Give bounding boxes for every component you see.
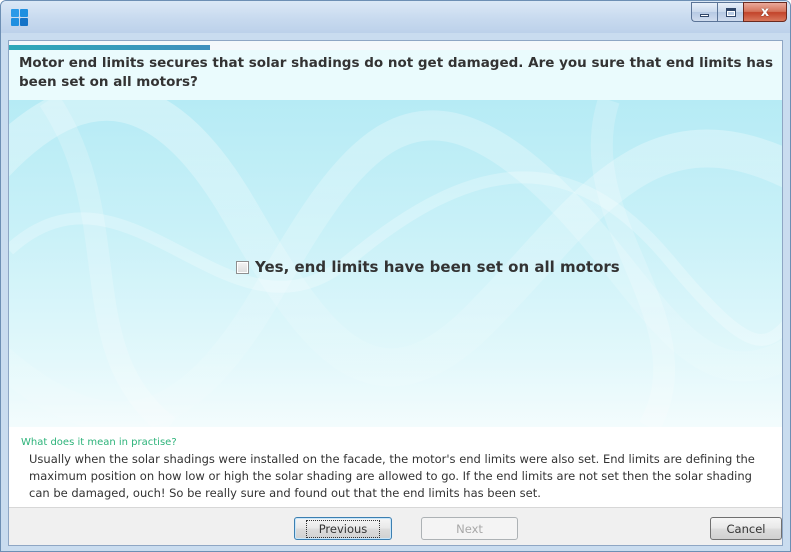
button-bar: Previous Next Cancel: [9, 507, 782, 545]
minimize-icon: [700, 13, 709, 17]
maximize-button[interactable]: [717, 2, 743, 22]
caption-buttons: x: [691, 2, 787, 22]
confirmation-panel: Yes, end limits have been set on all mot…: [9, 100, 782, 427]
close-icon: x: [760, 4, 770, 20]
help-title: What does it mean in practise?: [21, 437, 177, 448]
close-button[interactable]: x: [743, 2, 787, 22]
previous-button-label: Previous: [305, 519, 381, 538]
wizard-content: Motor end limits secures that solar shad…: [8, 40, 783, 546]
minimize-button[interactable]: [691, 2, 717, 22]
help-text: Usually when the solar shadings were ins…: [29, 452, 755, 500]
previous-button[interactable]: Previous: [294, 517, 392, 540]
progress-bar: [9, 41, 782, 50]
maximize-icon: [725, 7, 736, 17]
cancel-button[interactable]: Cancel: [710, 517, 782, 540]
end-limits-checkbox-label[interactable]: Yes, end limits have been set on all mot…: [255, 258, 620, 276]
help-section: What does it mean in practise? Usually w…: [9, 427, 782, 507]
app-grid-icon: [11, 9, 28, 26]
end-limits-confirm-option[interactable]: Yes, end limits have been set on all mot…: [236, 258, 620, 276]
next-button[interactable]: Next: [421, 517, 518, 540]
end-limits-checkbox[interactable]: [236, 260, 249, 274]
title-bar[interactable]: x: [1, 1, 790, 33]
question-heading: Motor end limits secures that solar shad…: [9, 50, 782, 100]
wizard-window: x Motor end limits secures that solar sh…: [0, 0, 791, 552]
